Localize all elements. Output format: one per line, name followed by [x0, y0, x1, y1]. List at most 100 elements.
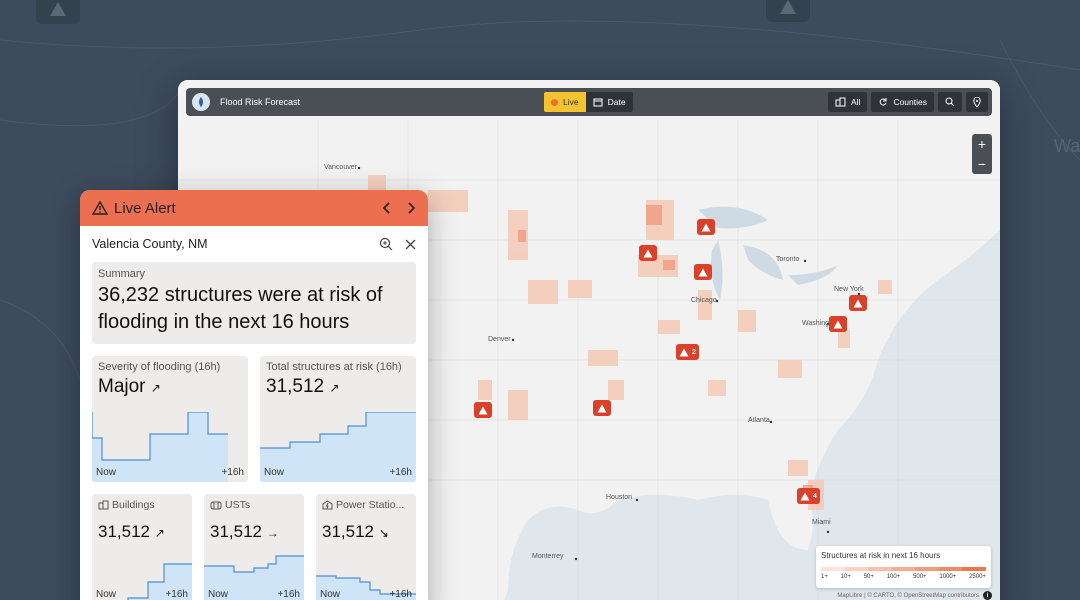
buildings-icon — [835, 97, 846, 107]
summary-card: Summary 36,232 structures were at risk o… — [92, 262, 416, 344]
sparkline-start-label: Now — [96, 589, 117, 600]
zoom-out-button[interactable]: − — [978, 156, 986, 172]
trend-flat-icon: → — [266, 526, 279, 540]
info-icon[interactable]: i — [983, 591, 992, 600]
trend-up-icon: ↗ — [154, 526, 165, 540]
map-alert-marker[interactable] — [697, 219, 715, 235]
map-alert-marker[interactable] — [639, 245, 657, 261]
filter-all-label: All — [850, 97, 861, 107]
sparkline-start-label: Now — [264, 467, 285, 478]
legend-tick: 1000+ — [939, 574, 957, 580]
legend-color-swatch — [821, 567, 845, 571]
trend-up-icon: ↗ — [329, 381, 340, 395]
map-alert-marker[interactable] — [593, 400, 611, 416]
live-dot-icon — [551, 98, 558, 106]
severity-card[interactable]: Severity of flooding (16h) Major ↗ Now +… — [92, 356, 248, 482]
attribution-text: MapLibre | © CARTO, © OpenStreetMap cont… — [837, 592, 979, 599]
power-station-icon — [322, 500, 333, 510]
sparkline-end-label: +16h — [277, 589, 300, 600]
refresh-icon — [880, 98, 887, 106]
sparkline-start-label: Now — [320, 589, 341, 600]
power-label: Power Statio... — [322, 499, 404, 511]
map-alert-marker-cluster[interactable]: 4 — [797, 488, 820, 504]
close-icon[interactable] — [405, 239, 416, 250]
search-button[interactable] — [938, 92, 962, 112]
filter-all-button[interactable]: All — [827, 92, 868, 112]
city-label: Denver — [488, 336, 511, 343]
legend-color-swatch — [915, 567, 939, 571]
legend-title: Structures at risk in next 16 hours — [821, 551, 941, 560]
legend-tick: 2500+ — [969, 574, 986, 580]
zoom-in-button[interactable]: + — [978, 136, 986, 152]
legend-ticks: 1+ 10+ 50+ 100+ 500+ 1000+ 2500+ — [821, 574, 986, 580]
summary-text: 36,232 structures were at risk of floodi… — [98, 284, 383, 333]
live-toggle-button[interactable]: Live — [544, 92, 586, 112]
date-toggle-button[interactable]: Date — [585, 92, 633, 112]
live-alert-panel: Live Alert Valencia County, NM Summary 3… — [80, 190, 428, 600]
map-attribution: MapLibre | © CARTO, © OpenStreetMap cont… — [837, 591, 992, 600]
cluster-count: 2 — [692, 348, 696, 356]
legend-tick: 10+ — [840, 574, 851, 580]
trend-down-icon: ↘ — [378, 526, 389, 540]
trend-up-icon: ↗ — [150, 381, 161, 395]
zoom-to-icon[interactable] — [379, 237, 393, 251]
legend-color-swatch — [868, 567, 892, 571]
warning-icon — [679, 348, 689, 356]
warning-icon — [643, 249, 653, 257]
usts-card[interactable]: USTs 31,512 → Now +16h — [204, 494, 304, 600]
total-structures-card[interactable]: Total structures at risk (16h) 31,512 ↗ … — [260, 356, 416, 482]
location-name: Valencia County, NM — [92, 237, 208, 251]
sparkline-start-label: Now — [96, 467, 117, 478]
locate-button[interactable] — [966, 92, 988, 112]
city-label: Miami — [812, 519, 831, 526]
sparkline-end-label: +16h — [165, 589, 188, 600]
location-row: Valencia County, NM — [80, 226, 428, 262]
sparkline-end-label: +16h — [389, 589, 412, 600]
zoom-control: + − — [972, 134, 992, 174]
panel-title: Live Alert — [114, 199, 176, 217]
legend-color-swatch — [938, 567, 963, 571]
city-label: Monterrey — [532, 553, 564, 560]
usts-value: 31,512 → — [210, 522, 279, 541]
warning-icon — [597, 404, 607, 412]
city-label: New York — [834, 286, 864, 293]
map-alert-marker[interactable] — [849, 295, 867, 311]
map-alert-marker[interactable] — [474, 402, 492, 418]
map-alert-marker[interactable] — [694, 264, 712, 280]
background-alert-icon — [766, 0, 810, 22]
counties-label: Counties — [893, 97, 927, 107]
legend-tick: 100+ — [886, 574, 901, 580]
power-stations-card[interactable]: Power Statio... 31,512 ↘ Now +16h — [316, 494, 416, 600]
buildings-card[interactable]: Buildings 31,512 ↗ Now +16h — [92, 494, 192, 600]
date-label: Date — [607, 97, 626, 107]
warning-icon — [853, 299, 863, 307]
sparkline-end-label: +16h — [389, 467, 412, 478]
city-label: Vancouver — [324, 164, 357, 171]
map-alert-marker-cluster[interactable]: 2 — [676, 344, 699, 360]
legend-color-swatch — [962, 567, 987, 571]
sparkline-end-label: +16h — [221, 467, 244, 478]
chevron-right-icon[interactable] — [406, 202, 416, 214]
live-label: Live — [563, 97, 579, 107]
summary-label: Summary — [98, 268, 146, 280]
warning-icon — [800, 492, 810, 500]
severity-label: Severity of flooding (16h) — [98, 361, 221, 373]
storage-tank-icon — [210, 501, 222, 510]
map-alert-marker[interactable] — [829, 316, 847, 332]
counties-button[interactable]: Counties — [871, 92, 934, 112]
warning-icon — [698, 268, 708, 276]
buildings-label: Buildings — [98, 499, 155, 511]
city-label: Chicago — [691, 297, 717, 304]
panel-header: Live Alert — [80, 190, 428, 226]
location-pin-icon — [973, 96, 981, 108]
city-label: Washing — [802, 320, 829, 327]
city-label: Houston — [606, 494, 633, 501]
warning-icon — [833, 320, 843, 328]
legend-tick: 50+ — [863, 574, 874, 580]
total-label: Total structures at risk (16h) — [266, 361, 402, 373]
legend-color-scale — [821, 567, 987, 571]
buildings-icon — [98, 500, 109, 510]
warning-icon — [701, 223, 711, 231]
chevron-left-icon[interactable] — [382, 202, 392, 214]
city-label: Atlanta — [748, 417, 770, 424]
